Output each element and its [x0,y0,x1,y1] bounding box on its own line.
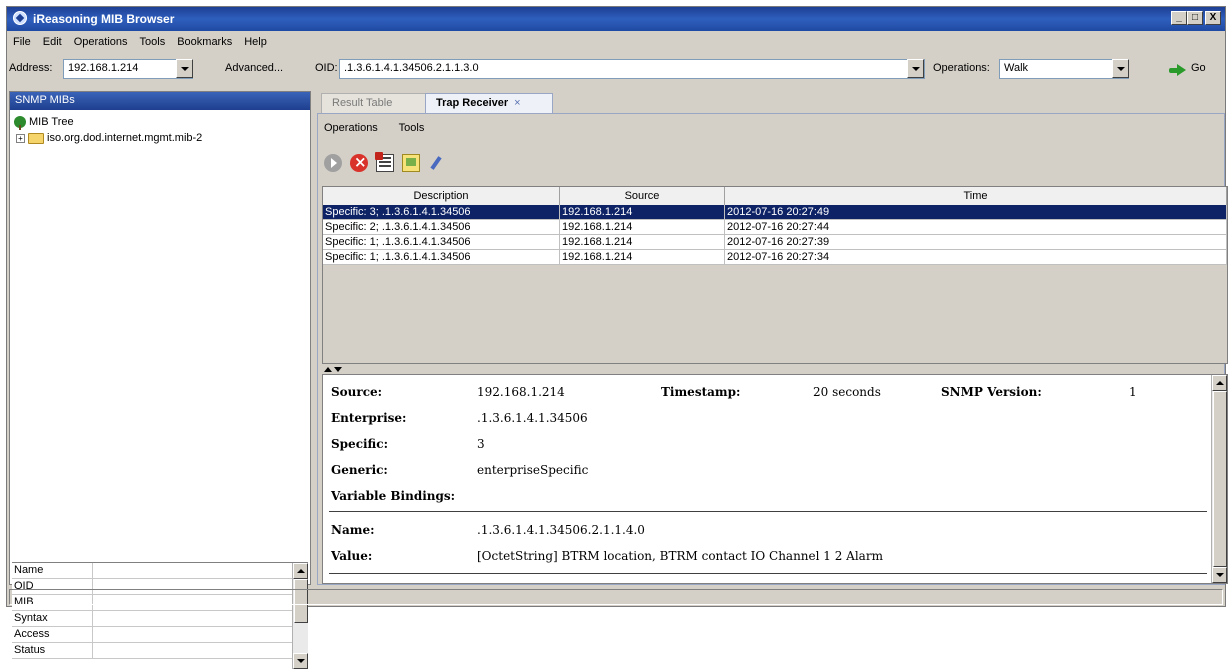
tree-node-label: iso.org.dod.internet.mgmt.mib-2 [47,132,203,144]
detail-generic-value: enterpriseSpecific [477,463,589,477]
trap-menu-tools[interactable]: Tools [399,122,425,134]
mib-panel: SNMP MIBs MIB Tree + iso.org.dod.interne… [9,91,311,671]
folder-icon [28,132,44,144]
menu-bookmarks[interactable]: Bookmarks [171,33,238,48]
title-bar[interactable]: iReasoning MIB Browser _ □ X [7,7,1225,31]
oid-dropdown-button[interactable] [907,59,924,78]
collapse-down-icon[interactable] [334,367,342,372]
address-input[interactable]: 192.168.1.214 [63,59,193,79]
detail-source-label: Source: [331,385,383,399]
column-description[interactable]: Description [323,187,560,205]
menu-file[interactable]: File [7,33,37,48]
scroll-up-icon[interactable] [293,563,308,579]
maximize-button[interactable]: □ [1187,11,1203,25]
tab-close-icon[interactable]: × [514,97,520,109]
menu-edit[interactable]: Edit [37,33,68,48]
tree-root[interactable]: MIB Tree [14,114,202,130]
prop-row-access: Access [12,627,292,643]
scroll-thumb[interactable] [1213,391,1227,567]
address-toolbar: Address: 192.168.1.214 Advanced... OID: … [7,57,1225,83]
main-area: Result Table Trap Receiver × Operations T… [315,91,1228,585]
detail-name-value: .1.3.6.1.4.1.34506.2.1.1.4.0 [477,523,645,537]
tab-trap-receiver[interactable]: Trap Receiver × [425,93,553,113]
go-button[interactable]: Go [1191,62,1206,74]
table-row[interactable]: Specific: 3; .1.3.6.1.4.1.34506 192.168.… [323,205,1227,220]
trap-table: Description Source Time Specific: 3; .1.… [322,186,1228,364]
split-pane-divider[interactable] [322,366,1226,374]
mib-tree: MIB Tree + iso.org.dod.internet.mgmt.mib… [14,114,202,146]
detail-source-value: 192.168.1.214 [477,385,565,399]
close-button[interactable]: X [1205,11,1221,25]
tree-root-label: MIB Tree [29,116,74,128]
clear-table-icon[interactable] [375,152,394,172]
go-arrow-icon[interactable] [1169,64,1187,76]
scroll-down-icon[interactable] [293,653,308,669]
detail-timestamp-value: 20 seconds [813,385,881,399]
status-bar [9,589,1223,605]
detail-scrollbar[interactable] [1211,375,1227,583]
detail-version-label: SNMP Version: [941,385,1042,399]
address-dropdown-button[interactable] [176,59,193,78]
minimize-button[interactable]: _ [1171,11,1187,25]
detail-timestamp-label: Timestamp: [661,385,741,399]
menu-bar: File Edit Operations Tools Bookmarks Help [7,33,1225,53]
divider [329,511,1207,512]
prop-row-status: Status [12,643,292,659]
trap-menu-bar: Operations Tools [324,122,442,134]
oid-input[interactable]: .1.3.6.1.4.1.34506.2.1.1.3.0 [339,59,925,79]
operations-label: Operations: [933,62,990,74]
export-icon[interactable] [402,154,420,172]
detail-value-value: [OctetString] BTRM location, BTRM contac… [477,549,883,563]
detail-enterprise-label: Enterprise: [331,411,407,425]
scroll-down-icon[interactable] [1212,567,1227,583]
expand-icon[interactable]: + [16,133,25,143]
detail-enterprise-value: .1.3.6.1.4.1.34506 [477,411,588,425]
stop-icon[interactable] [350,153,368,172]
trap-toolbar [324,152,446,174]
detail-version-value: 1 [1129,385,1137,399]
divider [329,573,1207,574]
window-title: iReasoning MIB Browser [33,12,175,26]
settings-tool-icon[interactable] [428,154,446,172]
detail-generic-label: Generic: [331,463,388,477]
tree-icon [14,116,26,130]
tab-result-table[interactable]: Result Table [321,93,431,113]
detail-specific-label: Specific: [331,437,389,451]
trap-receiver-panel: Operations Tools Description Source Time… [317,113,1228,585]
advanced-button[interactable]: Advanced... [225,62,283,74]
menu-help[interactable]: Help [238,33,273,48]
properties-scrollbar[interactable] [292,563,308,669]
menu-tools[interactable]: Tools [134,33,172,48]
mib-panel-header: SNMP MIBs [10,92,310,110]
detail-value-label: Value: [331,549,373,563]
detail-specific-value: 3 [477,437,485,451]
column-source[interactable]: Source [560,187,725,205]
operations-select[interactable]: Walk [999,59,1129,79]
table-header: Description Source Time [323,187,1227,206]
scroll-up-icon[interactable] [1212,375,1227,391]
prop-row-syntax: Syntax [12,611,292,627]
detail-name-label: Name: [331,523,375,537]
menu-operations[interactable]: Operations [68,33,134,48]
start-icon[interactable] [324,154,342,172]
table-row[interactable]: Specific: 1; .1.3.6.1.4.1.34506 192.168.… [323,250,1227,265]
table-row[interactable]: Specific: 1; .1.3.6.1.4.1.34506 192.168.… [323,235,1227,250]
app-window: iReasoning MIB Browser _ □ X File Edit Ope… [6,6,1228,671]
detail-varbind-label: Variable Bindings: [331,489,456,503]
oid-label: OID: [315,62,338,74]
tab-bar: Result Table Trap Receiver × [315,91,1227,113]
trap-detail-pane: Source: 192.168.1.214 Timestamp: 20 seco… [322,374,1228,584]
prop-row-name: Name [12,563,292,579]
operations-dropdown-button[interactable] [1112,59,1129,78]
address-label: Address: [9,62,53,74]
app-icon [13,11,27,25]
table-row[interactable]: Specific: 2; .1.3.6.1.4.1.34506 192.168.… [323,220,1227,235]
tree-node-mib-2[interactable]: + iso.org.dod.internet.mgmt.mib-2 [16,130,202,146]
collapse-up-icon[interactable] [324,367,332,372]
trap-menu-operations[interactable]: Operations [324,122,378,134]
column-time[interactable]: Time [725,187,1227,205]
properties-grid: Name OID MIB Syntax Access Status [12,562,308,671]
